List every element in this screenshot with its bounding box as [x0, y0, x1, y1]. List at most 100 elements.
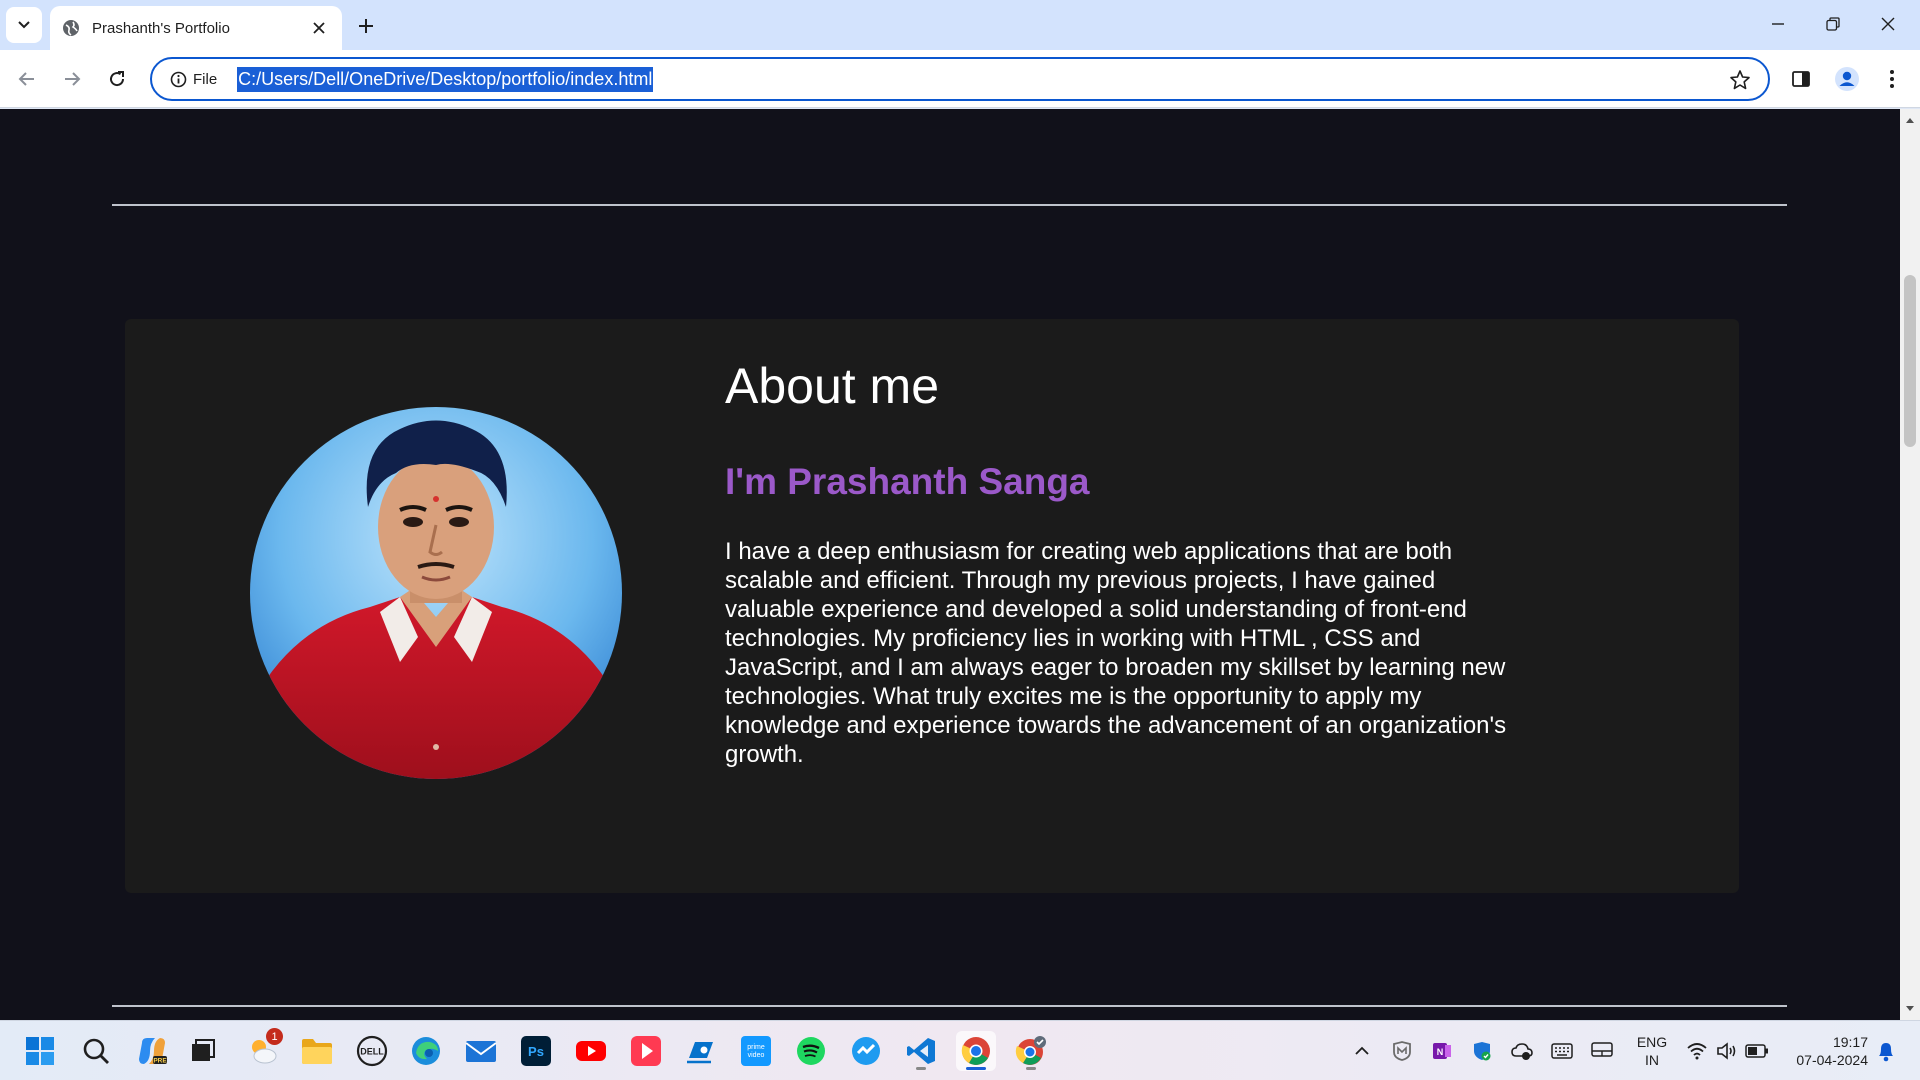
clock-date: 07-04-2024 [1796, 1052, 1868, 1068]
tray-onenote[interactable]: N [1430, 1039, 1454, 1063]
page-viewport: About me I'm Prashanth Sanga I have a de… [0, 109, 1900, 1020]
tray-security[interactable] [1470, 1039, 1494, 1063]
arrow-left-icon [18, 72, 34, 86]
youtube-button[interactable] [571, 1031, 611, 1071]
clock-time: 19:17 [1832, 1034, 1868, 1050]
keyboard-icon [1551, 1043, 1573, 1059]
svg-text:N: N [1437, 1047, 1444, 1057]
weather-badge: 1 [266, 1028, 283, 1045]
show-hidden-icons-button[interactable] [1350, 1039, 1374, 1063]
weather-widget[interactable]: 1 [243, 1028, 283, 1071]
tray-keyboard[interactable] [1550, 1039, 1574, 1063]
address-bar[interactable]: File C:/Users/Dell/OneDrive/Desktop/port… [150, 57, 1770, 101]
system-clock[interactable]: 19:17 07-04-2024 [1778, 1033, 1868, 1069]
avatar-icon [1835, 67, 1859, 91]
forward-button[interactable] [55, 62, 89, 96]
browser-tab[interactable]: Prashanth's Portfolio [50, 6, 342, 50]
restore-button[interactable] [1807, 6, 1859, 42]
svg-text:prime: prime [747, 1044, 765, 1051]
back-button[interactable] [10, 62, 44, 96]
windows-start-icon [26, 1037, 54, 1065]
copilot-icon: PRE [139, 1038, 167, 1065]
file-explorer-button[interactable] [297, 1031, 337, 1071]
edge-button[interactable] [406, 1031, 446, 1071]
tab-search-button[interactable] [6, 7, 42, 43]
chevron-up-icon [1355, 1046, 1369, 1055]
bell-icon [1879, 1043, 1893, 1062]
search-icon [83, 1038, 109, 1064]
youtube-icon [576, 1041, 606, 1061]
battery-icon [1745, 1044, 1768, 1058]
wifi-status[interactable] [1685, 1039, 1709, 1063]
tray-mcafee[interactable] [1390, 1039, 1414, 1063]
support-assist-button[interactable] [681, 1031, 721, 1071]
tray-onedrive[interactable] [1510, 1039, 1534, 1063]
dell-button[interactable]: DELL [352, 1031, 392, 1071]
reload-button[interactable] [100, 62, 134, 96]
task-view-button[interactable] [183, 1031, 223, 1071]
app-button[interactable] [846, 1031, 886, 1071]
edge-icon [412, 1037, 440, 1065]
chrome-dev-icon [1015, 1036, 1046, 1065]
menu-button[interactable] [1875, 62, 1909, 96]
url-text[interactable]: C:/Users/Dell/OneDrive/Desktop/portfolio… [237, 66, 654, 92]
scroll-down-arrow-icon[interactable] [1900, 1000, 1920, 1018]
section-divider-bottom [112, 1005, 1787, 1007]
svg-text:PRE: PRE [153, 1058, 167, 1065]
spotify-icon [797, 1037, 825, 1065]
volume-icon [1717, 1042, 1736, 1060]
notifications-button[interactable] [1874, 1039, 1898, 1063]
about-section: About me I'm Prashanth Sanga I have a de… [125, 319, 1739, 893]
minimize-icon [1772, 23, 1784, 25]
new-tab-button[interactable] [352, 12, 380, 40]
chrome-button[interactable] [956, 1031, 996, 1071]
about-heading: About me [725, 358, 940, 414]
reload-icon [110, 71, 125, 87]
copilot-button[interactable]: PRE [132, 1031, 172, 1071]
side-panel-button[interactable] [1784, 62, 1818, 96]
close-tab-icon[interactable] [308, 17, 330, 39]
start-button[interactable] [20, 1031, 60, 1071]
vertical-scrollbar[interactable] [1900, 109, 1920, 1020]
volume-status[interactable] [1715, 1039, 1739, 1063]
dell-icon: DELL [356, 1035, 388, 1067]
globe-icon [63, 20, 79, 36]
close-window-button[interactable] [1862, 6, 1914, 42]
about-name: I'm Prashanth Sanga [725, 461, 1090, 502]
search-button[interactable] [76, 1031, 116, 1071]
spotify-button[interactable] [791, 1031, 831, 1071]
language-code: ENG [1636, 1034, 1668, 1050]
close-icon [1881, 17, 1895, 31]
chrome-dev-button[interactable] [1011, 1031, 1051, 1071]
about-description: I have a deep enthusiasm for creating we… [725, 538, 1507, 768]
mail-button[interactable] [461, 1031, 501, 1071]
vscode-icon [907, 1038, 935, 1064]
tab-strip: Prashanth's Portfolio [0, 0, 1920, 50]
video-player-button[interactable] [626, 1031, 666, 1071]
folder-icon [302, 1039, 332, 1064]
display-icon [1591, 1042, 1613, 1057]
chrome-icon [961, 1037, 990, 1065]
svg-text:Ps: Ps [528, 1044, 544, 1059]
section-divider-top [112, 204, 1787, 206]
tray-display[interactable] [1590, 1039, 1614, 1063]
more-vertical-icon [1890, 70, 1894, 88]
site-info-button[interactable]: File [164, 64, 223, 94]
profile-photo [250, 407, 622, 779]
minimize-button[interactable] [1752, 6, 1804, 42]
prime-video-icon: primevideo [741, 1036, 771, 1066]
onenote-icon: N [1433, 1043, 1451, 1059]
chevron-down-icon [18, 21, 30, 29]
battery-status[interactable] [1745, 1039, 1769, 1063]
prime-video-button[interactable]: prime video [736, 1031, 776, 1071]
language-indicator[interactable]: ENG IN [1632, 1033, 1672, 1069]
scroll-up-arrow-icon[interactable] [1900, 111, 1920, 129]
bookmark-star-button[interactable] [1728, 68, 1752, 92]
photoshop-button[interactable]: Ps [516, 1031, 556, 1071]
scroll-thumb[interactable] [1904, 275, 1916, 447]
star-icon [1730, 70, 1750, 90]
cloud-sync-icon [1511, 1043, 1533, 1060]
taskbar: PRE 1 DELL Ps prime video N ENG IN 19:17… [0, 1020, 1920, 1080]
profile-button[interactable] [1830, 62, 1864, 96]
vscode-button[interactable] [901, 1031, 941, 1071]
